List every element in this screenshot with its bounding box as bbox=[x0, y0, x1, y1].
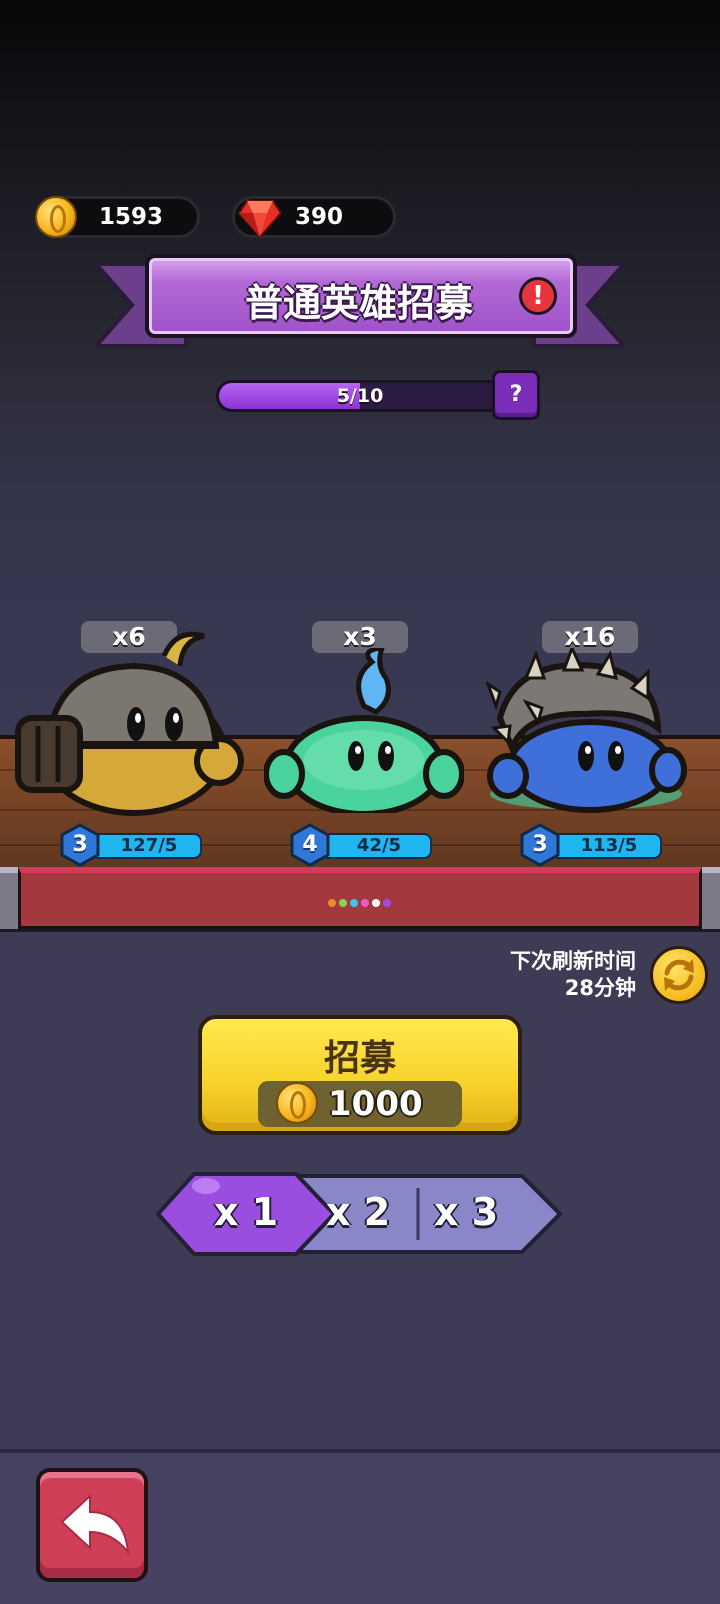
back-arrow-icon bbox=[60, 1493, 130, 1556]
recruit-multiplier-selector: x 1 x 2 x 3 bbox=[156, 1172, 564, 1256]
bar-side-right bbox=[702, 867, 720, 929]
refresh-button[interactable] bbox=[650, 946, 708, 1004]
refresh-time: 28分钟 bbox=[564, 976, 636, 1000]
spiked-shell-slime-hero[interactable] bbox=[486, 648, 692, 818]
helmet-slime-hero[interactable] bbox=[14, 626, 246, 816]
hero-level-badge: 113/5 3 bbox=[518, 823, 664, 867]
recruit-banner: 普通英雄招募 ! bbox=[145, 254, 577, 338]
recruit-cost-value: 1000 bbox=[328, 1084, 423, 1124]
hero-shard-count: 113/5 bbox=[556, 833, 662, 859]
gem-counter: 390 bbox=[232, 196, 396, 239]
help-button[interactable]: ? bbox=[492, 370, 540, 420]
page-indicator-dots bbox=[328, 899, 391, 907]
hero-level: 4 bbox=[302, 832, 318, 857]
gold-amount: 1593 bbox=[99, 204, 164, 230]
red-gem-icon bbox=[237, 200, 283, 239]
recruit-button[interactable]: 招募 1000 bbox=[198, 1015, 522, 1135]
alert-icon[interactable]: ! bbox=[519, 277, 557, 315]
refresh-label: 下次刷新时间 bbox=[510, 949, 636, 973]
recruit-progress-bar: 5/10 bbox=[216, 380, 504, 412]
hero-shard-count: 127/5 bbox=[96, 833, 202, 859]
gold-counter: 1593 bbox=[35, 196, 200, 238]
multiplier-x1[interactable]: x 1 bbox=[214, 1190, 278, 1234]
bar-side-left bbox=[0, 867, 18, 929]
hero-shard-count: 42/5 bbox=[326, 833, 432, 859]
refresh-timer: 下次刷新时间 28分钟 bbox=[510, 948, 636, 1002]
hero-level: 3 bbox=[532, 832, 548, 857]
banner-title: 普通英雄招募 bbox=[244, 281, 473, 325]
multiplier-x3[interactable]: x 3 bbox=[434, 1190, 498, 1234]
back-button[interactable] bbox=[36, 1468, 148, 1582]
hero-level-badge: 127/5 3 bbox=[58, 823, 204, 867]
gem-amount: 390 bbox=[295, 204, 344, 230]
gold-coin-icon bbox=[35, 196, 77, 238]
hero-pool-bar bbox=[18, 867, 702, 929]
gold-coin-icon bbox=[276, 1082, 318, 1124]
green-slime-hero[interactable] bbox=[264, 648, 464, 813]
recruit-label: 招募 bbox=[323, 1038, 396, 1079]
recruit-cost: 1000 bbox=[258, 1081, 462, 1127]
progress-text: 5/10 bbox=[336, 385, 384, 407]
hero-level: 3 bbox=[72, 832, 88, 857]
hero-level-badge: 42/5 4 bbox=[288, 823, 434, 867]
refresh-icon bbox=[664, 959, 694, 991]
multiplier-x2[interactable]: x 2 bbox=[326, 1190, 390, 1234]
